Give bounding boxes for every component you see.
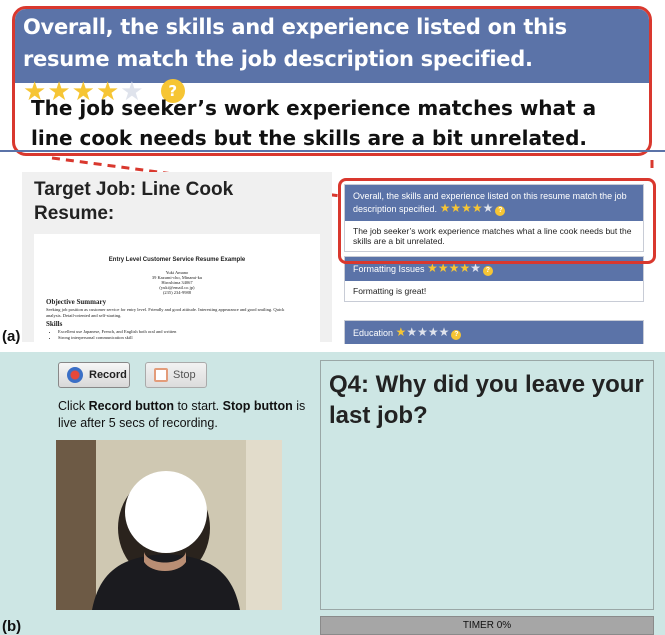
stop-button[interactable]: Stop bbox=[145, 362, 207, 388]
resume-document: Entry Level Customer Service Resume Exam… bbox=[34, 234, 320, 342]
highlight-outline bbox=[338, 178, 656, 264]
list-item: Strong interpersonal communication skill bbox=[58, 335, 176, 341]
zoomed-feedback-title: Overall, the skills and experience liste… bbox=[23, 15, 567, 71]
resume-skills-heading: Skills bbox=[46, 320, 63, 328]
stop-icon bbox=[154, 368, 168, 382]
video-interview-app: Record Stop Click Record button to start… bbox=[0, 352, 665, 635]
stop-keyword: Stop button bbox=[222, 399, 293, 413]
feedback-card-title: Formatting Issues bbox=[353, 264, 425, 274]
target-job-heading: Target Job: Line Cook Resume: bbox=[34, 179, 234, 224]
recording-instructions: Click Record button to start. Stop butto… bbox=[58, 399, 306, 430]
resume-viewer: Target Job: Line Cook Resume: Entry Leve… bbox=[22, 172, 332, 342]
timer-progress-bar: TIMER 0% bbox=[320, 616, 654, 635]
record-button-label: Record bbox=[89, 369, 127, 381]
question-text: Q4: Why did you leave your last job? bbox=[329, 371, 644, 429]
question-panel: Q4: Why did you leave your last job? bbox=[320, 360, 654, 610]
resume-contact-block: Yuki Amano 39 Kazumi-cho, Minami-ku Hiro… bbox=[34, 270, 320, 295]
resume-contact-line: (235) 234-9988 bbox=[162, 290, 192, 295]
zoomed-feedback-header: Overall, the skills and experience liste… bbox=[15, 9, 649, 107]
list-item: Excellent use Japanese, French, and Engl… bbox=[58, 329, 176, 335]
stop-button-label: Stop bbox=[173, 369, 196, 381]
resume-objective-heading: Objective Summary bbox=[46, 298, 107, 306]
help-icon[interactable]: ? bbox=[451, 330, 462, 340]
face-blur-circle bbox=[125, 471, 207, 553]
feedback-card-title: Education bbox=[353, 328, 394, 338]
feedback-card-education: Education ★★★★★? bbox=[344, 320, 644, 344]
record-keyword: Record button bbox=[88, 399, 174, 413]
zoomed-feedback-text: The job seeker’s work experience matches… bbox=[31, 96, 597, 150]
webcam-person-image bbox=[56, 440, 282, 610]
figure-label-b: (b) bbox=[2, 618, 22, 635]
zoomed-feedback-callout: Overall, the skills and experience liste… bbox=[12, 6, 652, 156]
divider bbox=[0, 150, 665, 152]
star-rating: ★★★★★ bbox=[395, 325, 450, 339]
resume-objective-text: Seeking job position as customer service… bbox=[46, 307, 285, 318]
figure-label-a: (a) bbox=[2, 328, 21, 345]
feedback-card-header: Education ★★★★★? bbox=[345, 321, 643, 344]
record-icon bbox=[67, 367, 83, 383]
help-icon[interactable]: ? bbox=[482, 266, 493, 276]
feedback-card-text: Formatting is great! bbox=[353, 286, 427, 296]
webcam-preview bbox=[56, 440, 282, 610]
resume-title: Entry Level Customer Service Resume Exam… bbox=[108, 257, 246, 263]
resume-skills-list: Excellent use Japanese, French, and Engl… bbox=[54, 329, 176, 340]
record-button[interactable]: Record bbox=[58, 362, 130, 388]
